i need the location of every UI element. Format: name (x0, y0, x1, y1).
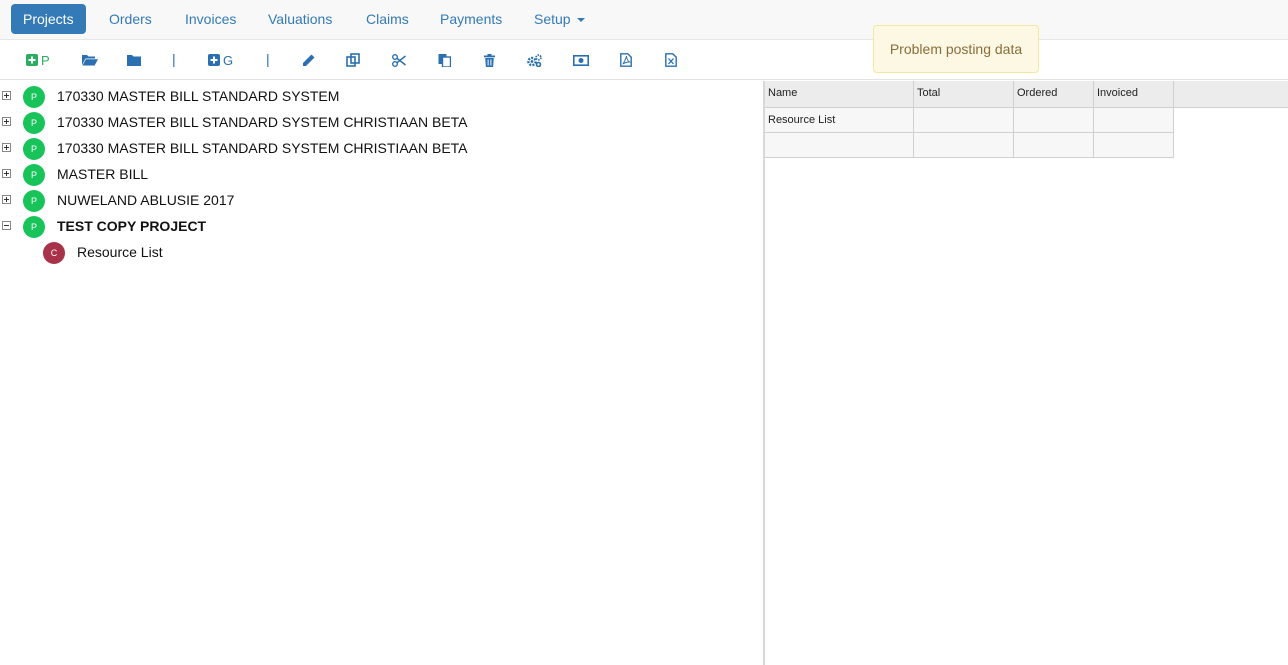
export-pdf-button[interactable] (620, 52, 632, 68)
expand-icon[interactable] (2, 117, 11, 126)
money-icon (573, 54, 589, 66)
delete-button[interactable] (484, 52, 495, 68)
nav-valuations[interactable]: Valuations (256, 4, 344, 34)
toolbar-separator: | (172, 51, 176, 67)
nav-payments[interactable]: Payments (428, 4, 514, 34)
tree-node-label: MASTER BILL (57, 166, 149, 182)
table-cell (765, 133, 914, 158)
nav-orders[interactable]: Orders (97, 4, 164, 34)
table-cell (1014, 133, 1094, 158)
cost-badge: C (43, 242, 65, 264)
folder-icon (127, 55, 141, 66)
tree-node-label: 170330 MASTER BILL STANDARD SYSTEM CHRIS… (57, 140, 468, 156)
tree-node-label: 170330 MASTER BILL STANDARD SYSTEM (57, 88, 340, 104)
duplicate-button[interactable] (346, 52, 360, 68)
add-group-button[interactable]: G (208, 52, 233, 68)
project-badge: P (23, 86, 45, 108)
cut-button[interactable] (392, 52, 406, 68)
settings-button[interactable] (527, 52, 542, 68)
folder-button[interactable] (127, 52, 141, 68)
project-badge: P (23, 138, 45, 160)
column-header-total[interactable]: Total (914, 81, 1014, 107)
nav-projects[interactable]: Projects (11, 4, 86, 34)
table-cell (1014, 108, 1094, 133)
cogs-icon (527, 53, 542, 67)
plus-square-icon (26, 54, 38, 66)
open-folder-button[interactable] (82, 52, 98, 68)
table-cell (914, 133, 1014, 158)
caret-down-icon (576, 18, 585, 23)
tree-node[interactable]: P 170330 MASTER BILL STANDARD SYSTEM (0, 82, 760, 108)
nav-setup-dropdown[interactable]: Setup (522, 4, 597, 34)
column-header-name[interactable]: Name (765, 81, 914, 107)
error-toast: Problem posting data (873, 25, 1039, 73)
expand-icon[interactable] (2, 195, 11, 204)
expand-icon[interactable] (2, 91, 11, 100)
file-pdf-icon (620, 53, 632, 67)
toolbar: P | G | (0, 40, 1288, 80)
tree-node-label: Resource List (77, 244, 163, 260)
tree-node[interactable]: P 170330 MASTER BILL STANDARD SYSTEM CHR… (0, 134, 760, 160)
folder-open-icon (82, 55, 98, 66)
project-badge: P (23, 164, 45, 186)
column-header-invoiced[interactable]: Invoiced (1094, 81, 1174, 107)
table-cell: Resource List (765, 108, 914, 133)
tree-node[interactable]: P MASTER BILL (0, 160, 760, 186)
edit-button[interactable] (302, 52, 315, 68)
project-tree: P 170330 MASTER BILL STANDARD SYSTEM P 1… (0, 81, 765, 665)
paste-button[interactable] (438, 52, 451, 68)
project-badge: P (23, 216, 45, 238)
tree-node-selected[interactable]: P TEST COPY PROJECT (0, 212, 760, 238)
file-excel-icon (665, 53, 677, 67)
paste-icon (438, 54, 451, 67)
plus-square-icon (208, 54, 220, 66)
project-badge: P (23, 190, 45, 212)
expand-icon[interactable] (2, 143, 11, 152)
nav-invoices[interactable]: Invoices (173, 4, 248, 34)
table-cell (914, 108, 1014, 133)
table-cell (1094, 108, 1174, 133)
tree-node[interactable]: P NUWELAND ABLUSIE 2017 (0, 186, 760, 212)
project-badge: P (23, 112, 45, 134)
export-excel-button[interactable] (665, 52, 677, 68)
scissors-icon (392, 53, 406, 67)
tree-node-label: 170330 MASTER BILL STANDARD SYSTEM CHRIS… (57, 114, 468, 130)
table-cell (1094, 133, 1174, 158)
copy-icon (346, 53, 360, 67)
add-project-button[interactable]: P (26, 52, 50, 68)
trash-icon (484, 53, 495, 67)
table-row[interactable] (765, 133, 1174, 158)
top-navbar: Projects Orders Invoices Valuations Clai… (0, 0, 1288, 40)
tree-node-label: NUWELAND ABLUSIE 2017 (57, 192, 235, 208)
nav-claims[interactable]: Claims (354, 4, 421, 34)
table-row[interactable]: Resource List (765, 108, 1174, 133)
tree-node-label: TEST COPY PROJECT (57, 218, 207, 234)
pencil-icon (303, 54, 315, 66)
tree-node[interactable]: P 170330 MASTER BILL STANDARD SYSTEM CHR… (0, 108, 760, 134)
tree-child-node[interactable]: C Resource List (0, 238, 760, 264)
nav-setup-label: Setup (534, 11, 571, 27)
add-group-label: G (223, 52, 234, 68)
collapse-icon[interactable] (2, 221, 11, 230)
add-project-label: P (41, 52, 50, 68)
column-header-ordered[interactable]: Ordered (1014, 81, 1094, 107)
money-button[interactable] (573, 52, 589, 68)
expand-icon[interactable] (2, 169, 11, 178)
toolbar-separator: | (266, 51, 270, 67)
